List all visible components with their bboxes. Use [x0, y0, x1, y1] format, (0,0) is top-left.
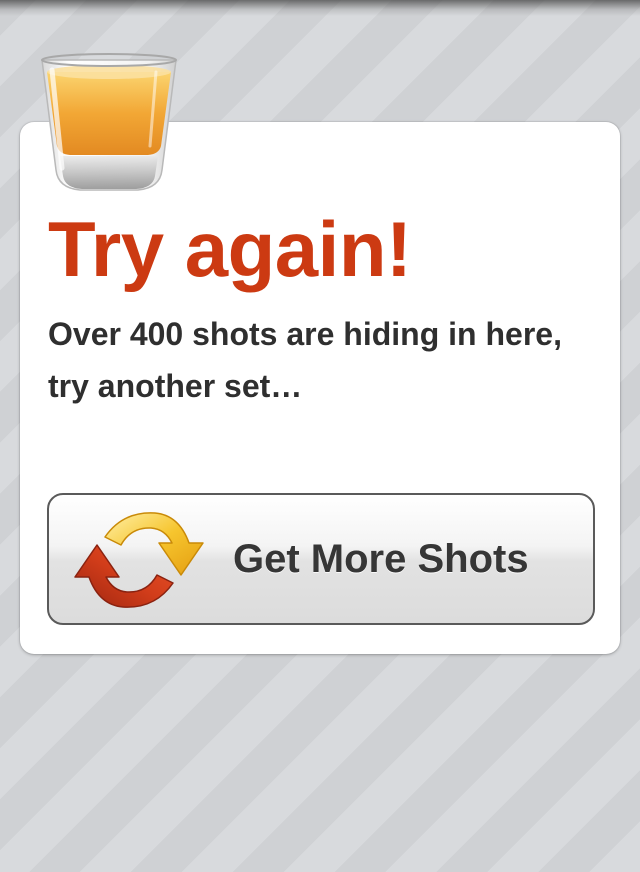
result-title: Try again! — [48, 205, 412, 293]
get-more-shots-button[interactable]: Get More Shots — [47, 493, 595, 625]
result-message: Over 400 shots are hiding in here, try a… — [48, 316, 562, 404]
shot-glass-icon — [41, 53, 177, 191]
refresh-arrows-icon — [74, 512, 204, 608]
top-shadow — [0, 0, 640, 16]
get-more-shots-label: Get More Shots — [233, 537, 529, 581]
